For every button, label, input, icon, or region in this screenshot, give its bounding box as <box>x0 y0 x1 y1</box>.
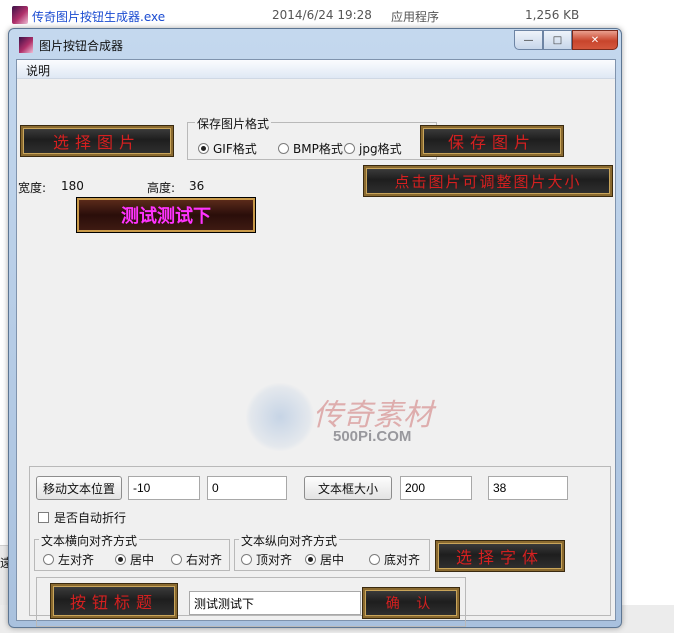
h-align-center-dot <box>115 554 126 565</box>
v-align-top-label: 顶对齐 <box>256 553 293 567</box>
textbox-size-button[interactable]: 文本框大小 <box>304 476 392 500</box>
box-width-input[interactable] <box>400 476 472 500</box>
close-icon: ✕ <box>590 34 600 46</box>
save-image-button[interactable]: 保存图片 <box>421 126 563 156</box>
radio-gif-dot <box>198 143 209 154</box>
h-align-group: 文本横向对齐方式 左对齐 居中 右对齐 <box>34 532 230 571</box>
title-bar[interactable]: 图片按钮合成器 — □ ✕ <box>9 29 621 59</box>
title-group: 按钮标题 确 认 <box>36 577 466 627</box>
h-align-left-dot <box>43 554 54 565</box>
maximize-button[interactable]: □ <box>543 30 572 50</box>
v-align-bottom[interactable]: 底对齐 <box>369 551 420 568</box>
v-align-label: 文本纵向对齐方式 <box>239 532 340 549</box>
menu-bar: 说明 <box>17 60 615 79</box>
h-align-left-label: 左对齐 <box>58 553 95 567</box>
file-type: 应用程序 <box>391 10 440 24</box>
resize-hint-button[interactable]: 点击图片可调整图片大小 <box>364 166 612 196</box>
radio-jpg-label: jpg格式 <box>359 142 402 156</box>
close-button[interactable]: ✕ <box>572 30 618 50</box>
auto-wrap-checkbox[interactable]: 是否自动折行 <box>38 509 126 526</box>
offset-x-input[interactable] <box>128 476 200 500</box>
window-controls: — □ ✕ <box>514 30 618 50</box>
h-align-center-label: 居中 <box>130 553 155 567</box>
radio-gif-label: GIF格式 <box>213 142 257 156</box>
offset-y-input[interactable] <box>207 476 287 500</box>
height-label: 高度: <box>147 181 176 195</box>
width-label: 宽度: <box>18 181 47 195</box>
button-title-button[interactable]: 按钮标题 <box>51 584 177 618</box>
radio-bmp-dot <box>278 143 289 154</box>
move-text-button[interactable]: 移动文本位置 <box>36 476 122 500</box>
v-align-top[interactable]: 顶对齐 <box>241 551 292 568</box>
auto-wrap-box <box>38 512 49 523</box>
watermark-logo-icon <box>245 382 315 452</box>
file-name[interactable]: 传奇图片按钮生成器.exe <box>32 8 165 25</box>
radio-jpg-dot <box>344 143 355 154</box>
client-area: 说明 选择图片 保存图片格式 GIF格式 BMP格式 jpg格式 保存图片 点击… <box>16 59 616 627</box>
v-align-bottom-dot <box>369 554 380 565</box>
confirm-button[interactable]: 确 认 <box>363 588 459 618</box>
radio-gif[interactable]: GIF格式 <box>198 140 257 157</box>
app-window: 图片按钮合成器 — □ ✕ 说明 选择图片 保存图片格式 GIF格式 BMP格式… <box>8 28 622 628</box>
height-value: 36 <box>189 179 205 193</box>
h-align-right[interactable]: 右对齐 <box>171 551 222 568</box>
box-height-input[interactable] <box>488 476 568 500</box>
settings-panel: 移动文本位置 文本框大小 是否自动折行 文本横向对齐方式 左对齐 居中 右对齐 … <box>29 466 611 627</box>
title-text-input[interactable] <box>189 591 361 615</box>
maximize-icon: □ <box>552 34 563 46</box>
watermark-subtext: 500Pi.COM <box>333 428 412 445</box>
h-align-label: 文本横向对齐方式 <box>39 532 140 549</box>
file-date: 2014/6/24 19:28 <box>272 8 372 22</box>
explorer-file-row[interactable]: 传奇图片按钮生成器.exe 2014/6/24 19:28 应用程序 1,256… <box>0 0 674 30</box>
format-group-label: 保存图片格式 <box>195 115 272 132</box>
auto-wrap-label: 是否自动折行 <box>54 511 127 525</box>
file-size: 1,256 KB <box>525 8 580 22</box>
v-align-middle-label: 居中 <box>320 553 345 567</box>
app-file-icon <box>12 6 28 24</box>
h-align-right-label: 右对齐 <box>186 553 223 567</box>
button-preview-image[interactable]: 测试测试下 <box>77 198 255 232</box>
width-value: 180 <box>61 179 84 193</box>
window-title: 图片按钮合成器 <box>39 39 124 53</box>
v-align-middle-dot <box>305 554 316 565</box>
v-align-top-dot <box>241 554 252 565</box>
minimize-icon: — <box>523 34 534 46</box>
v-align-bottom-label: 底对齐 <box>384 553 421 567</box>
radio-bmp-label: BMP格式 <box>293 142 343 156</box>
h-align-center[interactable]: 居中 <box>115 551 154 568</box>
explorer-background <box>616 30 674 633</box>
h-align-right-dot <box>171 554 182 565</box>
format-group: 保存图片格式 GIF格式 BMP格式 jpg格式 <box>187 115 437 160</box>
app-icon <box>19 37 33 53</box>
radio-jpg[interactable]: jpg格式 <box>344 140 402 157</box>
select-font-button[interactable]: 选择字体 <box>436 541 564 571</box>
h-align-left[interactable]: 左对齐 <box>43 551 94 568</box>
minimize-button[interactable]: — <box>514 30 543 50</box>
select-image-button[interactable]: 选择图片 <box>21 126 173 156</box>
v-align-group: 文本纵向对齐方式 顶对齐 居中 底对齐 <box>234 532 430 571</box>
radio-bmp[interactable]: BMP格式 <box>278 140 343 157</box>
v-align-middle[interactable]: 居中 <box>305 551 344 568</box>
menu-item-help[interactable]: 说明 <box>26 62 50 79</box>
